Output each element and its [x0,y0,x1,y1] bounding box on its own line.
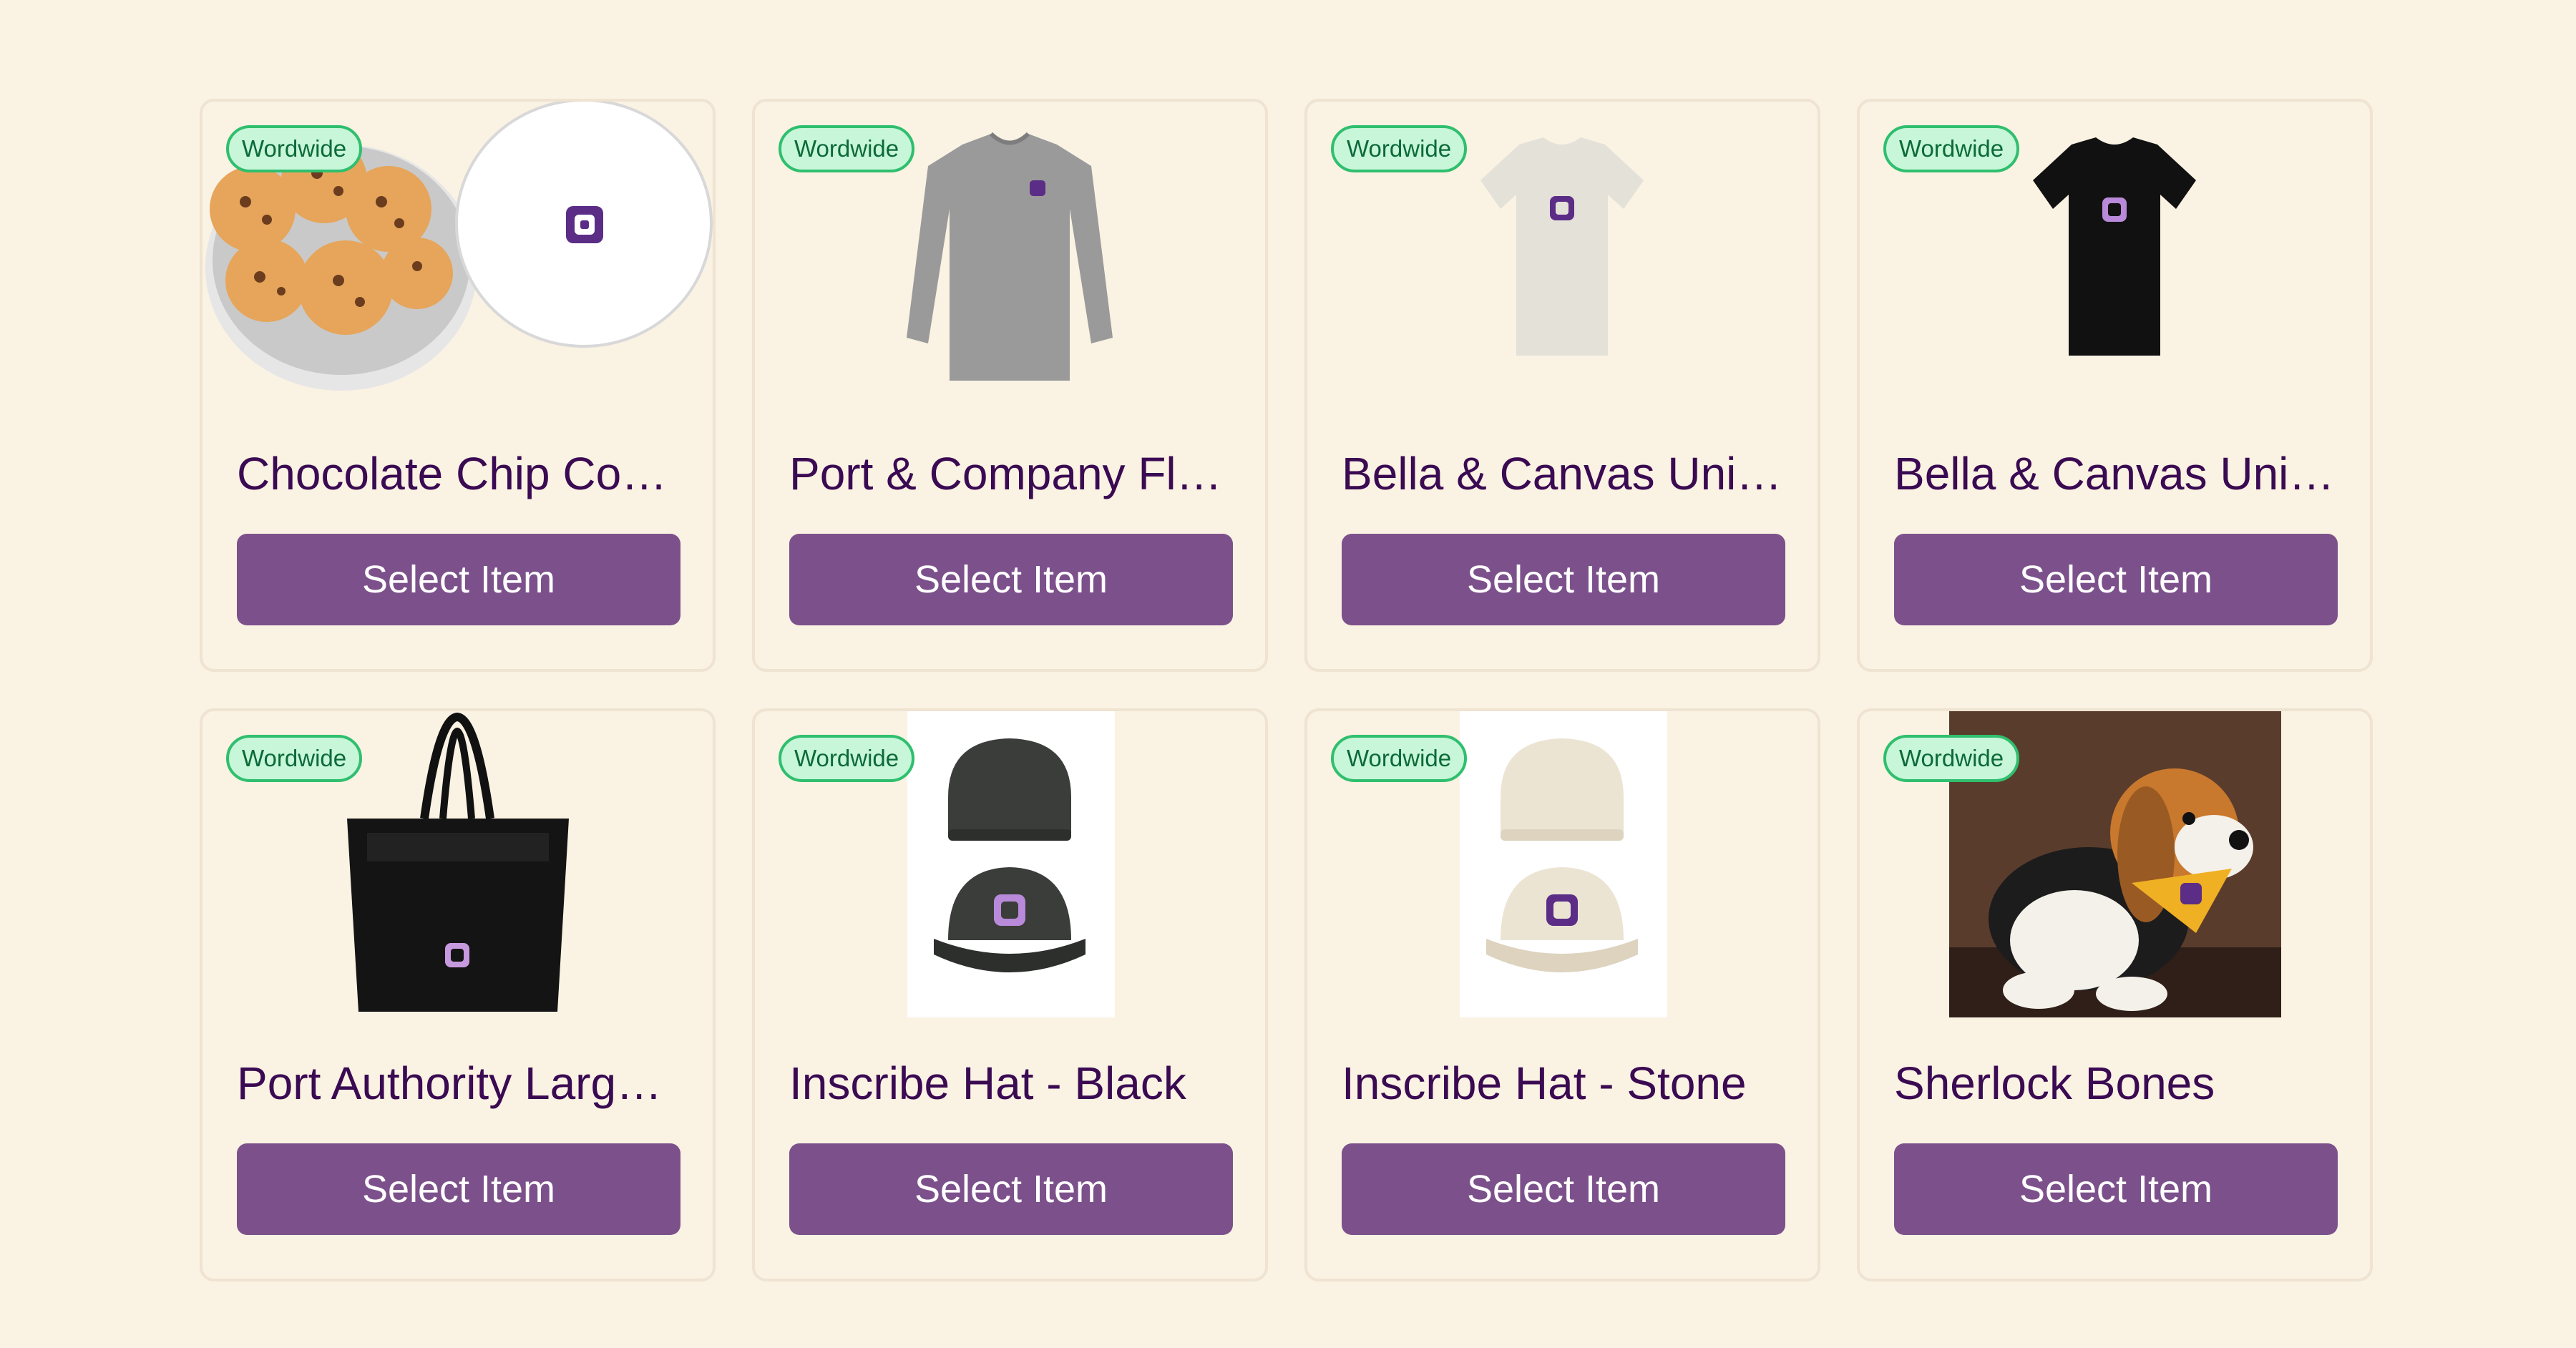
product-card: Wordwide Port & Company Fl… Select Item [752,99,1268,672]
product-title: Inscribe Hat - Stone [1342,1058,1747,1109]
select-item-button[interactable]: Select Item [1894,1143,2338,1235]
product-title: Port & Company Fl… [789,448,1222,499]
product-title: Inscribe Hat - Black [789,1058,1186,1109]
product-grid: Wordwide Chocolate Chip Co… Select Item … [200,99,2373,1281]
worldwide-badge: Wordwide [779,125,915,172]
select-item-button[interactable]: Select Item [789,534,1233,625]
product-card: Wordwide Inscribe Hat - Black Select Ite… [752,708,1268,1281]
select-item-button[interactable]: Select Item [1894,534,2338,625]
worldwide-badge: Wordwide [1883,125,2020,172]
select-item-button[interactable]: Select Item [1342,1143,1785,1235]
select-item-button[interactable]: Select Item [789,1143,1233,1235]
product-card: Wordwide Bella & Canvas Uni… Select Item [1304,99,1820,672]
worldwide-badge: Wordwide [779,735,915,782]
product-title: Sherlock Bones [1894,1058,2215,1109]
product-title: Port Authority Larg… [237,1058,663,1109]
product-card: Wordwide Port Authority Larg… Select Ite… [200,708,716,1281]
product-card: Wordwide Chocolate Chip Co… Select Item [200,99,716,672]
select-item-button[interactable]: Select Item [1342,534,1785,625]
product-card: Wordwide Bella & Canvas Uni… Select Item [1857,99,2373,672]
select-item-button[interactable]: Select Item [237,1143,680,1235]
worldwide-badge: Wordwide [1883,735,2020,782]
worldwide-badge: Wordwide [226,735,363,782]
product-title: Chocolate Chip Co… [237,448,668,499]
product-card: Wordwide Inscribe Hat - Stone Select Ite… [1304,708,1820,1281]
product-title: Bella & Canvas Uni… [1894,448,2335,499]
worldwide-badge: Wordwide [226,125,363,172]
select-item-button[interactable]: Select Item [237,534,680,625]
product-card: Wordwide Sherlock Bones Select Item [1857,708,2373,1281]
worldwide-badge: Wordwide [1331,735,1468,782]
product-title: Bella & Canvas Uni… [1342,448,1782,499]
worldwide-badge: Wordwide [1331,125,1468,172]
